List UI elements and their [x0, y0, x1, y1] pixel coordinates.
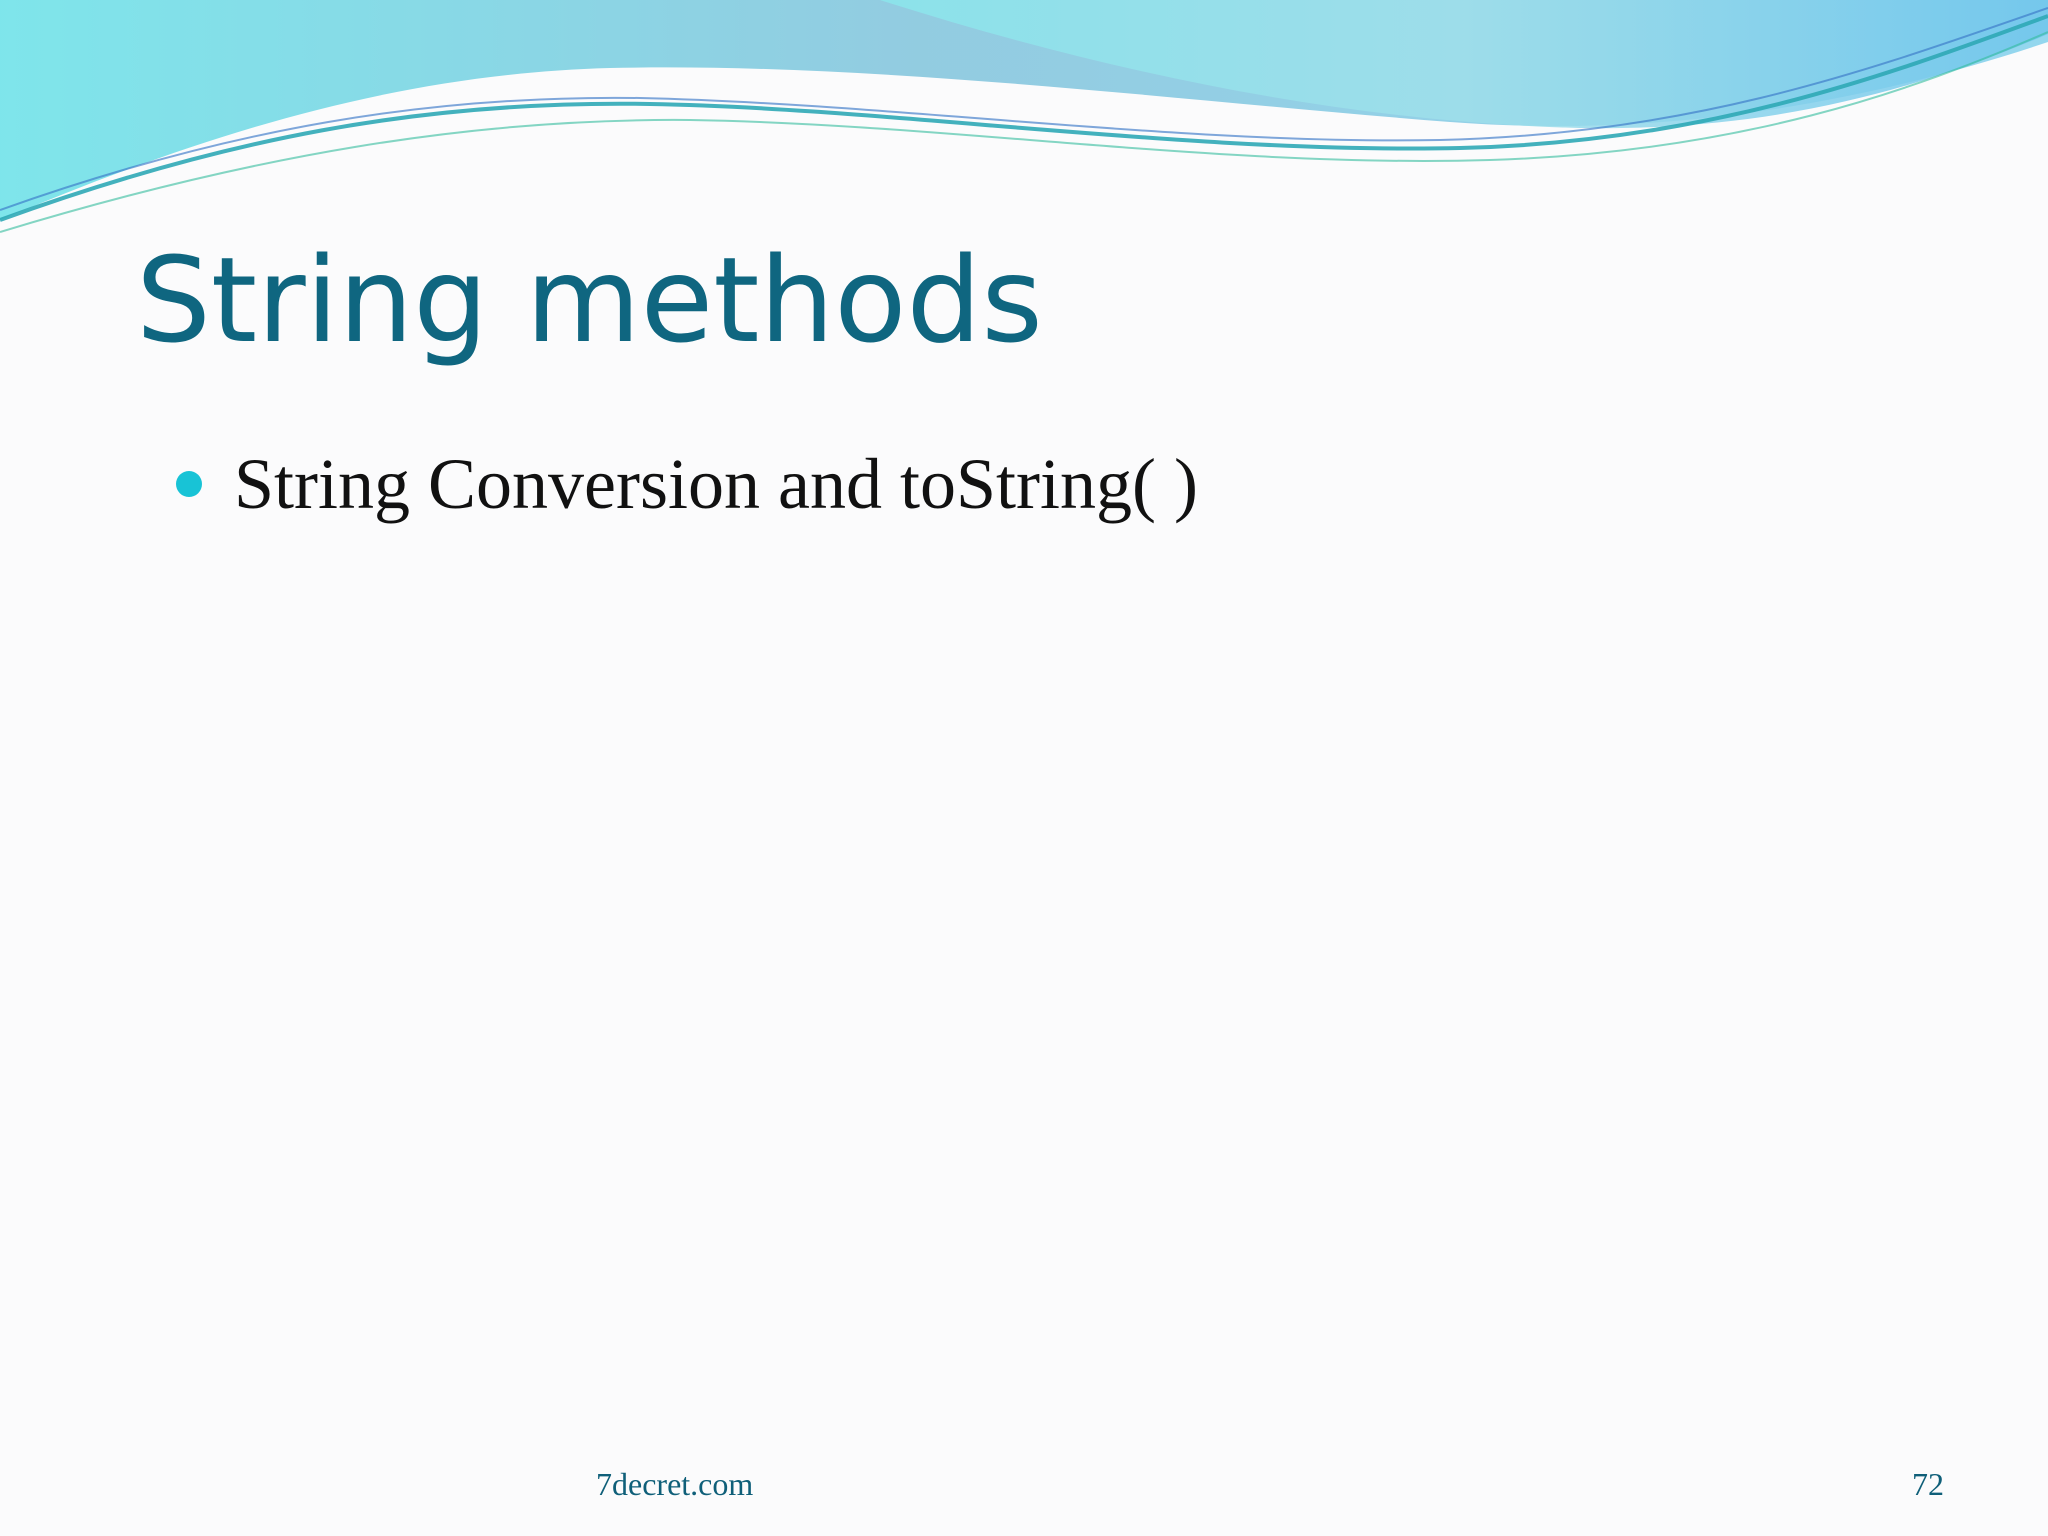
- bullet-point-icon: [176, 471, 202, 497]
- slide-page-number: 72: [1912, 1466, 1944, 1502]
- footer-website: 7decret.com: [596, 1466, 754, 1502]
- bullet-list: String Conversion and toString( ): [176, 442, 1198, 526]
- slide-title: String methods: [136, 231, 1043, 369]
- presentation-slide: String methods String Conversion and toS…: [0, 0, 2048, 1536]
- bullet-item: String Conversion and toString( ): [176, 442, 1198, 526]
- decorative-wave-header: [0, 0, 2048, 233]
- bullet-text: String Conversion and toString( ): [234, 443, 1198, 524]
